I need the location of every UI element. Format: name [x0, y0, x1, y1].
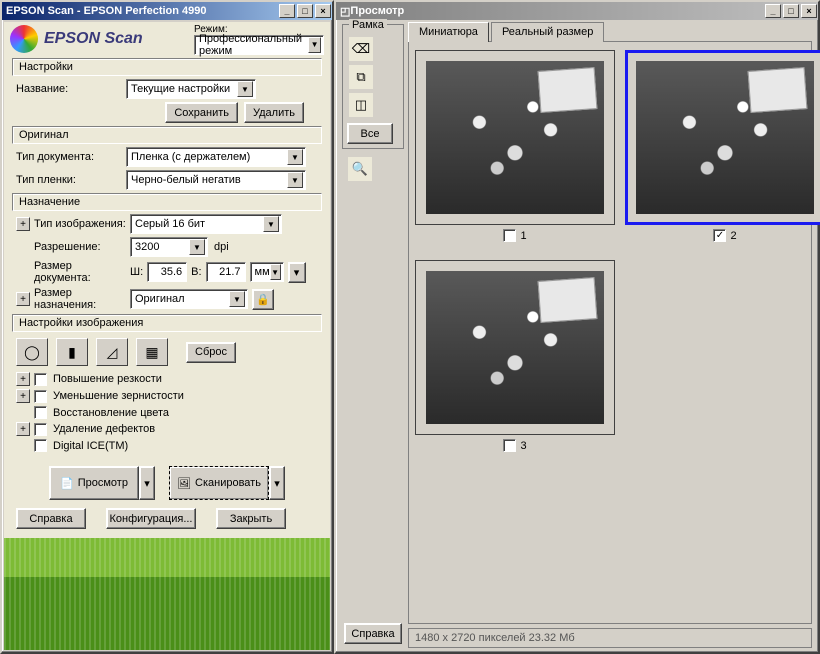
- logo-text: EPSON Scan: [44, 30, 143, 48]
- auto-exposure-icon[interactable]: ◯: [16, 338, 48, 366]
- filmtype-select[interactable]: Черно-белый негатив▼: [126, 170, 306, 190]
- thumbnail-panel: 1 ✓ 2 3: [408, 42, 812, 624]
- mode-select[interactable]: Профессиональный режим▼: [194, 35, 324, 55]
- thumbnail-1[interactable]: 1: [415, 50, 615, 250]
- color-palette-icon[interactable]: ▦: [136, 338, 168, 366]
- original-group: Оригинал: [12, 126, 322, 144]
- epson-logo-icon: [10, 25, 38, 53]
- settings-name-select[interactable]: Текущие настройки▼: [126, 79, 256, 99]
- name-label: Название:: [16, 83, 126, 95]
- preview-titlebar: ◰ Просмотр _ □ ×: [336, 2, 818, 20]
- height-input[interactable]: 21.7: [206, 262, 246, 282]
- status-bar: 1480 x 2720 пикселей 23.32 Мб: [408, 628, 812, 648]
- chevron-down-icon: ▼: [308, 37, 321, 53]
- destination-group: Назначение: [12, 193, 322, 211]
- digital-ice-label: Digital ICE(TM): [53, 440, 128, 452]
- resolution-label: Разрешение:: [34, 241, 130, 253]
- copy-frame-icon[interactable]: ⧉: [348, 64, 374, 90]
- preview-maximize-button[interactable]: □: [783, 4, 799, 18]
- preview-button[interactable]: 📄 Просмотр: [49, 466, 139, 500]
- title-text: EPSON Scan - EPSON Perfection 4990: [6, 5, 207, 17]
- dpi-label: dpi: [214, 241, 229, 253]
- configuration-button[interactable]: Конфигурация...: [106, 508, 196, 529]
- imagetype-label: Тип изображения:: [34, 218, 130, 230]
- targetsize-label: Размер назначения:: [34, 287, 130, 311]
- thumbnail-2-checkbox[interactable]: ✓: [713, 229, 726, 242]
- tab-thumbnail[interactable]: Миниатюра: [408, 22, 489, 42]
- color-restore-label: Восстановление цвета: [53, 407, 169, 419]
- sharpen-label: Повышение резкости: [53, 373, 162, 385]
- thumbnail-3[interactable]: 3: [415, 260, 615, 460]
- preview-close-button[interactable]: ×: [801, 4, 817, 18]
- titlebar: EPSON Scan - EPSON Perfection 4990 _ □ ×: [2, 2, 332, 20]
- doctype-label: Тип документа:: [16, 151, 126, 163]
- filmtype-label: Тип пленки:: [16, 174, 126, 186]
- preview-minimize-button[interactable]: _: [765, 4, 781, 18]
- help-button[interactable]: Справка: [16, 508, 86, 529]
- color-restore-checkbox[interactable]: [34, 406, 47, 419]
- close-app-button[interactable]: Закрыть: [216, 508, 286, 529]
- sharpen-checkbox[interactable]: [34, 373, 47, 386]
- thumbnail-1-label: 1: [520, 230, 526, 242]
- image-settings-group: Настройки изображения: [12, 314, 322, 332]
- defect-checkbox[interactable]: [34, 423, 47, 436]
- expand-imagetype-button[interactable]: +: [16, 217, 30, 231]
- expand-defect-button[interactable]: +: [16, 422, 30, 436]
- scan-button[interactable]: 🖼 Сканировать: [169, 466, 269, 500]
- scan-dropdown-button[interactable]: ▾: [269, 466, 285, 500]
- desktop-background: [4, 538, 330, 650]
- expand-targetsize-button[interactable]: +: [16, 292, 30, 306]
- preview-dropdown-button[interactable]: ▾: [139, 466, 155, 500]
- expand-grain-button[interactable]: +: [16, 389, 30, 403]
- resolution-select[interactable]: 3200▼: [130, 237, 208, 257]
- thumbnail-3-label: 3: [520, 440, 526, 452]
- thumbnail-2[interactable]: ✓2: [625, 50, 820, 250]
- expand-sharpen-button[interactable]: +: [16, 372, 30, 386]
- save-button[interactable]: Сохранить: [165, 102, 238, 123]
- preview-help-button[interactable]: Справка: [344, 623, 402, 644]
- imagetype-select[interactable]: Серый 16 бит▼: [130, 214, 282, 234]
- close-window-button[interactable]: ×: [315, 4, 331, 18]
- all-frames-button[interactable]: Все: [347, 123, 393, 144]
- width-input[interactable]: 35.6: [147, 262, 187, 282]
- thumbnail-image: [636, 61, 814, 214]
- reset-button[interactable]: Сброс: [186, 342, 236, 363]
- unit-select[interactable]: мм▼: [250, 262, 284, 282]
- thumbnail-3-checkbox[interactable]: [503, 439, 516, 452]
- settings-group: Настройки: [12, 58, 322, 76]
- thumbnail-1-checkbox[interactable]: [503, 229, 516, 242]
- minimize-button[interactable]: _: [279, 4, 295, 18]
- docsize-extra-button[interactable]: ▾: [288, 262, 306, 283]
- grain-label: Уменьшение зернистости: [53, 390, 184, 402]
- docsize-label: Размер документа:: [34, 260, 130, 284]
- maximize-button[interactable]: □: [297, 4, 313, 18]
- frame-group-label: Рамка: [349, 19, 387, 31]
- preview-window: ◰ Просмотр _ □ × Рамка ⌫ ⧉ ◫ Все 🔍 Справ…: [334, 0, 820, 654]
- targetsize-select[interactable]: Оригинал▼: [130, 289, 248, 309]
- lock-ratio-button[interactable]: 🔒: [252, 289, 274, 310]
- thumbnail-image: [426, 271, 604, 424]
- densitometer-icon[interactable]: 🔍: [347, 156, 373, 182]
- tab-realsize[interactable]: Реальный размер: [491, 22, 604, 42]
- histogram-icon[interactable]: ▮: [56, 338, 88, 366]
- delete-frame-icon[interactable]: ⌫: [348, 36, 374, 62]
- thumbnail-2-label: 2: [730, 230, 736, 242]
- doctype-select[interactable]: Пленка (с держателем)▼: [126, 147, 306, 167]
- delete-button[interactable]: Удалить: [244, 102, 304, 123]
- digital-ice-checkbox[interactable]: [34, 439, 47, 452]
- epson-scan-window: EPSON Scan - EPSON Perfection 4990 _ □ ×…: [0, 0, 334, 654]
- grain-checkbox[interactable]: [34, 390, 47, 403]
- defect-label: Удаление дефектов: [53, 423, 155, 435]
- tone-curve-icon[interactable]: ◿: [96, 338, 128, 366]
- frame-toolbox: Рамка ⌫ ⧉ ◫ Все: [342, 24, 404, 149]
- thumbnail-image: [426, 61, 604, 214]
- preview-title: Просмотр: [350, 5, 404, 17]
- erase-frame-icon[interactable]: ◫: [348, 92, 374, 118]
